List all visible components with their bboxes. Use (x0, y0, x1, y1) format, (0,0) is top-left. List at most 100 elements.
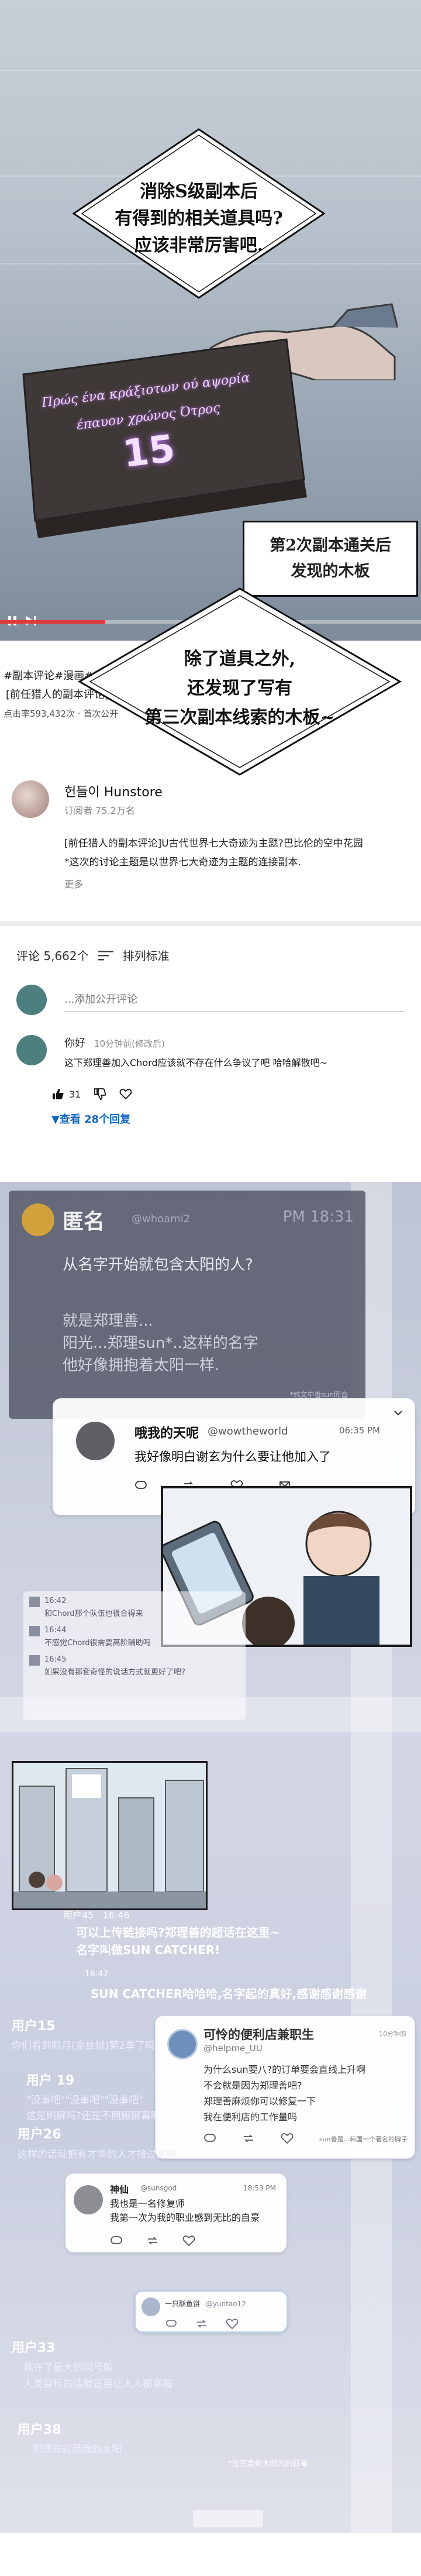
retweet-icon[interactable] (195, 2317, 208, 2330)
post-actions (203, 2132, 294, 2145)
retweet-icon[interactable] (146, 2234, 159, 2247)
feed-text: 这样的话就把有才华的人才接过来吧 (18, 2149, 177, 2161)
comment-avatar[interactable] (16, 1035, 47, 1065)
post-avatar[interactable] (76, 1422, 115, 1460)
post-author[interactable]: 神仙 (110, 2182, 129, 2196)
chat-time: 16:44 (44, 1626, 67, 1635)
comment-author[interactable]: 你好 (64, 1037, 85, 1050)
anonymous-post-card[interactable]: 匿名 @whoami2 PM 18:31 从名字开始就包含太阳的人? 就是郑理善… (9, 1191, 365, 1419)
fish-cake-post-card[interactable]: 一只酥鱼饼 @yuntao12 (134, 2290, 288, 2333)
post-author-line: 一只酥鱼饼 @yuntao12 (165, 2299, 246, 2309)
city-scene-illustration (12, 1761, 208, 1910)
post-author[interactable]: 可怜的便利店兼职生 (203, 2025, 314, 2043)
comment-body: 你好 10分钟前(修改后) 这下郑理善加入Chord应该就不存在什么争议了吧 哈… (51, 1035, 327, 1126)
like-count: 31 (69, 1088, 81, 1100)
post-body: 就是郑理善... 阳光...郑理sun*..这样的名字 他好像拥抱着太阳一样. (63, 1310, 258, 1377)
speech-bubble-top: 消除S级副本后 有得到的相关道具吗? 应该非常厉害吧. (70, 126, 327, 301)
thumbs-up-icon[interactable] (51, 1088, 64, 1100)
feed-meta: 用户45 16:46 (63, 1907, 130, 1921)
more-link[interactable]: 更多 (12, 876, 409, 890)
post-line: 为什么sun要八?的订单要会直线上升啊 (203, 2064, 366, 2075)
post-handle: @yuntao12 (205, 2300, 246, 2308)
background-stripe (0, 70, 421, 71)
thumbs-down-icon[interactable] (94, 1088, 106, 1100)
post-avatar[interactable] (167, 2029, 198, 2059)
sort-label[interactable]: 排列标准 (123, 947, 170, 964)
post-line: 我在便利店的工作量吗 (203, 2111, 298, 2123)
post-handle: @whoami2 (132, 1213, 191, 1225)
chat-avatar (29, 1655, 40, 1666)
comment-count: 评论 5,662个 (16, 949, 89, 963)
translator-note: sun善是...韩国一个著名的牌子 (319, 2135, 408, 2143)
heart-icon[interactable] (182, 2234, 195, 2247)
comment-actions: 31 (51, 1088, 327, 1100)
post-text: 为什么sun要八?的订单要会直线上升啊 不会就是因为郑理善吧? 郑理善麻烦你可以… (203, 2062, 365, 2125)
city-scene-drawing (13, 1763, 206, 1908)
channel-subscribers: 订阅者 75.2万名 (64, 805, 135, 816)
speech-bubble-bottom: 除了道具之外, 还发现了写有 第三次副本线索的木板~ (76, 585, 403, 778)
post-avatar[interactable] (142, 2298, 160, 2316)
bubble-text: 除了道具之外, 还发现了写有 第三次副本线索的木板~ (76, 645, 403, 732)
post-time: 06:35 PM (339, 1425, 380, 1436)
feed-text: 郑理善就是我的太阳 (32, 2444, 122, 2455)
post-handle: @sunsgod (140, 2184, 177, 2192)
chat-message: 和Chord那个队伍也很合得来 (44, 1609, 143, 1618)
feed-question: 可以上传链接吗?郑理善的超话在这里~ 名字叫做SUN CATCHER! (76, 1924, 279, 1959)
section-divider (0, 921, 421, 926)
channel-section: 헌들이 Hunstore 订阅者 75.2万名 [前任猎人的副本评论]U古代世界… (0, 766, 421, 890)
bubble-line: 第三次副本线索的木板~ (144, 707, 335, 728)
post-time: 18:53 PM (243, 2184, 276, 2192)
feed-user: 用户45 (63, 1910, 94, 1921)
post-line: 郑理善麻烦你可以修复一下 (203, 2096, 316, 2107)
webtoon-panel-dungeon: Πρώς ένα κράξιοτων ού αψορία έπαυον χρών… (0, 0, 421, 641)
channel-name[interactable]: 헌들이 Hunstore (64, 782, 163, 800)
bubble-line: 有得到的相关道具吗? (115, 208, 283, 229)
description-line: *这次的讨论主题是以世界七大奇迹为主题的连接副本. (64, 857, 301, 868)
chat-avatar (29, 1626, 40, 1636)
feed-user: 用户33 (12, 2341, 56, 2355)
bubble-line: 消除S级副本后 (140, 181, 258, 202)
feed-time: 16:47 (85, 1969, 109, 1979)
video-description: [前任猎人的副本评论]U古代世界七大奇迹为主题?巴比伦的空中花园 *这次的讨论主… (12, 834, 409, 872)
comment-item: 你好 10分钟前(修改后) 这下郑理善加入Chord应该就不存在什么争议了吧 哈… (16, 1035, 405, 1126)
chat-log-card: 16:42 和Chord那个队伍也很合得来 16:44 不感觉Chord很需要高阶辅… (23, 1591, 246, 1720)
bubble-line: 应该非常厉害吧. (134, 235, 264, 256)
heart-icon[interactable] (119, 1088, 132, 1100)
god-post-card[interactable]: 神仙 @sunsgod 18:53 PM 我也是一名修复师 我第一次为我的职业感… (65, 2173, 287, 2252)
bubble-line: 还发现了写有 (187, 678, 292, 699)
post-text: 我好像明白谢玄为什么要让他加入了 (134, 1450, 331, 1464)
chat-avatar (29, 1597, 40, 1607)
current-user-avatar (16, 985, 47, 1015)
wooden-tablet: Πρώς ένα κράξιοτων ού αψορία έπαυον χρών… (12, 328, 316, 538)
chevron-down-icon[interactable] (392, 1406, 405, 1419)
heart-icon[interactable] (281, 2132, 294, 2145)
feed-text: "没事吧""没事吧""没事吧" (26, 2094, 143, 2106)
feed-time: 16:46 (102, 1910, 130, 1921)
post-line: 不会就是因为郑理善吧? (203, 2080, 302, 2091)
post-author: 匿名 (63, 1210, 105, 1234)
bubble-text: 消除S级副本后 有得到的相关道具吗? 应该非常厉害吧. (70, 178, 327, 259)
post-avatar[interactable] (74, 2185, 103, 2214)
bottom-banner (193, 2510, 263, 2527)
reply-icon[interactable] (110, 2234, 123, 2247)
reply-icon[interactable] (134, 1479, 147, 1492)
feed-user: 用户26 (18, 2127, 61, 2142)
channel-row[interactable]: 헌들이 Hunstore 订阅者 75.2万名 (12, 780, 409, 818)
heart-icon[interactable] (226, 2317, 239, 2330)
sort-icon[interactable] (97, 949, 115, 962)
add-comment-input[interactable] (64, 988, 405, 1012)
retweet-icon[interactable] (242, 2132, 255, 2145)
channel-avatar[interactable] (12, 780, 49, 818)
post-author[interactable]: 哦我的天呢 (134, 1423, 199, 1442)
post-time: 10分钟前 (379, 2030, 406, 2038)
post-author[interactable]: 一只酥鱼饼 (165, 2300, 200, 2308)
bubble-line: 除了道具之外, (184, 649, 296, 669)
feed-reply: SUN CATCHER哈哈哈,名字起的真好,感谢感谢感谢 (91, 1987, 367, 2001)
channel-info: 헌들이 Hunstore 订阅者 75.2万名 (64, 782, 163, 817)
view-replies-link[interactable]: ▼查看 28个回复 (51, 1111, 327, 1126)
convenience-store-post-card[interactable]: 可怜的便利店兼职生 @helpme_UU 10分钟前 为什么sun要八?的订单要… (155, 2016, 415, 2159)
reply-icon[interactable] (165, 2317, 178, 2330)
post-line: 阳光...郑理sun*..这样的名字 (63, 1335, 258, 1352)
reply-icon[interactable] (203, 2132, 216, 2145)
chat-time: 16:45 (44, 1655, 67, 1664)
